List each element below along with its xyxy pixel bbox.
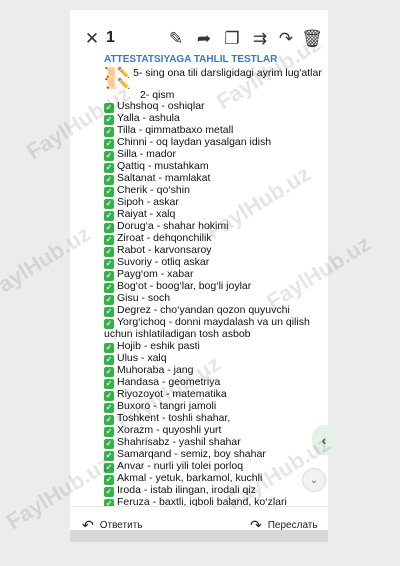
list-item-text: Raiyat - xalq bbox=[117, 208, 176, 220]
check-icon: ✓ bbox=[104, 163, 114, 173]
list-item-text: Yorg‘ichoq - donni maydalash va un qilis… bbox=[104, 316, 310, 340]
forward-icon[interactable]: ⇉ bbox=[250, 28, 270, 50]
vocabulary-list: ✓ Ushshoq - oshiqlar ✓ Yalla - ashula ✓ Tilla… bbox=[104, 100, 328, 509]
message-intro: 📜✏️ 5- sing ona tili darsligidagi ayrim … bbox=[104, 68, 328, 101]
check-icon: ✓ bbox=[104, 199, 114, 209]
system-nav-bar bbox=[70, 530, 328, 542]
list-item-text: Tilla - qimmatbaxo metall bbox=[117, 124, 234, 136]
check-icon: ✓ bbox=[104, 103, 114, 113]
list-item-text: Degrez - cho‘yandan qozon quyuvchi bbox=[117, 304, 290, 316]
check-icon: ✓ bbox=[104, 486, 114, 497]
check-icon: ✓ bbox=[104, 115, 114, 125]
list-item-text: Akmal - yetuk, barkamol, kuchli bbox=[117, 471, 263, 484]
share-icon[interactable]: ➦ bbox=[194, 28, 214, 50]
check-icon: ✓ bbox=[104, 187, 114, 197]
list-item-text: Bog‘ot - boog‘lar, bog‘li joylar bbox=[117, 280, 252, 292]
check-icon: ✓ bbox=[104, 307, 114, 317]
list-item-text: Iroda - istab ilingan, irodali qiz bbox=[117, 483, 256, 496]
check-icon: ✓ bbox=[104, 223, 114, 233]
trash-icon[interactable]: 🗑 bbox=[301, 28, 323, 50]
chevron-down-icon[interactable]: ⌄ bbox=[302, 468, 326, 492]
check-icon: ✓ bbox=[104, 378, 114, 389]
check-icon: ✓ bbox=[104, 235, 114, 245]
selected-count: 1 bbox=[106, 29, 115, 46]
check-icon: ✓ bbox=[104, 366, 114, 377]
check-icon: ✓ bbox=[104, 127, 114, 137]
list-item-text: Ziroat - dehqonchilik bbox=[117, 232, 212, 244]
list-item-text: Rabot - karvonsaroy bbox=[117, 244, 212, 256]
check-icon: ✓ bbox=[104, 211, 114, 221]
list-item-text: Riyozoyot - matematika bbox=[117, 387, 227, 400]
list-item-text: Ushshoq - oshiqlar bbox=[117, 100, 205, 112]
check-icon: ✓ bbox=[104, 438, 114, 449]
phone-screen: ✕ 1 ✎ ➦ ❐ ⇉ ↷ 🗑 ATTESTATSIYAGA TAHLIL TE… bbox=[70, 10, 328, 540]
list-item-text: Anvar - nurli yili tolei porloq bbox=[117, 459, 244, 472]
check-icon: ✓ bbox=[104, 247, 114, 257]
check-icon: ✓ bbox=[104, 259, 114, 269]
channel-header: ATTESTATSIYAGA TAHLIL TESTLAR bbox=[104, 54, 278, 65]
check-icon: ✓ bbox=[104, 402, 114, 413]
list-item-text: Muhoraba - jang bbox=[117, 363, 194, 376]
check-icon: ✓ bbox=[104, 342, 114, 353]
list-item-text: Payg‘om - xabar bbox=[117, 268, 194, 280]
check-icon: ✓ bbox=[104, 139, 114, 149]
check-icon: ✓ bbox=[104, 151, 114, 161]
check-icon: ✓ bbox=[104, 474, 114, 485]
list-item-text: Samarqand - semiz, boy shahar bbox=[117, 447, 266, 460]
check-icon: ✓ bbox=[104, 450, 114, 461]
check-icon: ✓ bbox=[104, 283, 114, 293]
list-item-text: Silla - mador bbox=[117, 148, 176, 160]
check-icon: ✓ bbox=[104, 426, 114, 437]
check-icon: ✓ bbox=[104, 414, 114, 425]
check-icon: ✓ bbox=[104, 390, 114, 401]
check-icon: ✓ bbox=[104, 175, 114, 185]
list-item-text: Gisu - soch bbox=[117, 292, 171, 304]
list-item-text: Handasa - geometriya bbox=[117, 375, 221, 388]
chevron-left-icon[interactable]: ‹ bbox=[312, 425, 336, 455]
list-item: ✓ Yorg‘ichoq - donni maydalash va un qili… bbox=[104, 316, 328, 341]
intro-line: 📜✏️ 5- sing ona tili darsligidagi ayrim … bbox=[104, 67, 322, 90]
check-icon: ✓ bbox=[104, 462, 114, 473]
list-item-text: Xorazm - quyoshli yurt bbox=[117, 423, 222, 436]
check-icon: ✓ bbox=[104, 295, 114, 305]
list-item-text: Yalla - ashula bbox=[117, 112, 180, 124]
list-item-text: Buxoro - tangri jamoli bbox=[117, 399, 217, 412]
list-item-text: Hojib - eshik pasti bbox=[117, 339, 200, 352]
message-content: ATTESTATSIYAGA TAHLIL TESTLAR 📜✏️ 5- sin… bbox=[104, 54, 328, 509]
check-icon: ✓ bbox=[104, 271, 114, 281]
reply-icon[interactable]: ↷ bbox=[276, 28, 296, 50]
list-item-text: Ulus - xalq bbox=[117, 351, 167, 364]
list-item-text: Qattiq - mustahkam bbox=[117, 160, 209, 172]
list-item-text: Dorug‘a - shahar hokimi bbox=[117, 220, 229, 232]
pencil-icon[interactable]: ✎ bbox=[166, 28, 186, 50]
check-icon: ✓ bbox=[104, 354, 114, 365]
list-item-text: Shahrisabz - yashil shahar bbox=[117, 435, 241, 448]
list-item-text: Cherik - qo‘shin bbox=[117, 184, 190, 196]
close-icon[interactable]: ✕ bbox=[82, 28, 102, 50]
list-item-text: Chinni - oq laydan yasalgan idish bbox=[117, 136, 272, 148]
list-item-text: Sipoh - askar bbox=[117, 196, 179, 208]
list-item-text: Toshkent - toshli shahar, bbox=[117, 411, 231, 424]
top-toolbar: ✕ 1 ✎ ➦ ❐ ⇉ ↷ 🗑 bbox=[70, 28, 328, 54]
list-item-text: Suvoriy - otliq askar bbox=[117, 256, 210, 268]
copy-icon[interactable]: ❐ bbox=[222, 28, 242, 50]
list-item-text: Saltanat - mamlakat bbox=[117, 172, 211, 184]
